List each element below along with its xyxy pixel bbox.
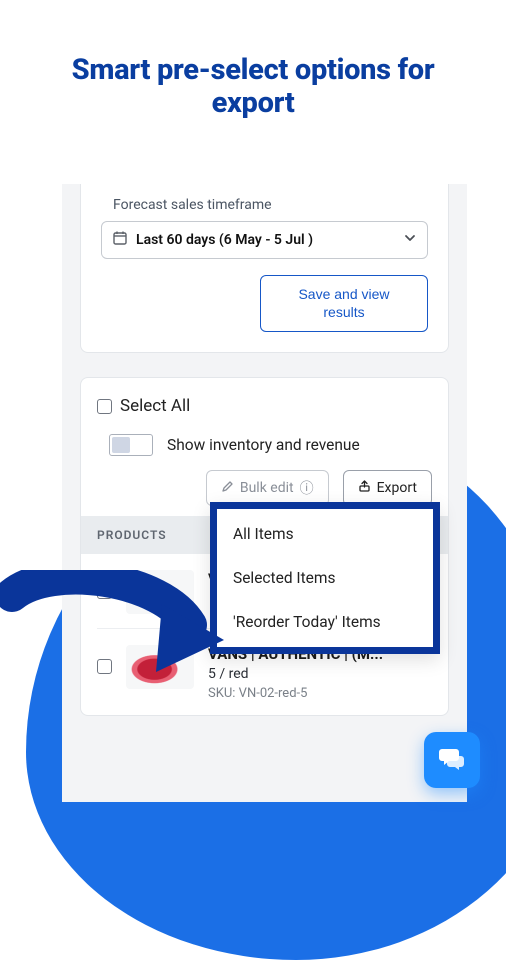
- save-view-results-button[interactable]: Save and view results: [260, 275, 428, 332]
- chat-icon: [437, 743, 467, 777]
- timeframe-value: Last 60 days (6 May - 5 Jul ): [136, 232, 313, 248]
- inventory-toggle[interactable]: [109, 434, 153, 456]
- row-checkbox[interactable]: [97, 584, 112, 599]
- select-all-checkbox[interactable]: [97, 399, 112, 414]
- chat-fab[interactable]: [424, 732, 480, 788]
- bulk-action-row: Bulk edit ⓘ Export: [97, 470, 432, 506]
- timeframe-select[interactable]: Last 60 days (6 May - 5 Jul ): [101, 221, 428, 259]
- dropdown-item-all[interactable]: All Items: [217, 509, 433, 559]
- select-all-row[interactable]: Select All: [97, 396, 432, 416]
- select-all-label: Select All: [120, 396, 190, 416]
- calendar-icon: [112, 230, 128, 250]
- bulk-edit-label: Bulk edit: [240, 480, 294, 496]
- dropdown-item-reorder[interactable]: 'Reorder Today' Items: [217, 597, 433, 647]
- export-icon: [358, 480, 371, 497]
- bulk-edit-button[interactable]: Bulk edit ⓘ: [206, 470, 329, 506]
- chevron-down-icon: [403, 231, 417, 249]
- forecast-card: Forecast sales timeframe Last 60 days (6…: [80, 184, 449, 353]
- dropdown-item-selected[interactable]: Selected Items: [217, 559, 433, 597]
- product-sku: SKU: VN-02-red-5: [208, 686, 432, 701]
- export-button[interactable]: Export: [343, 470, 432, 506]
- info-icon: ⓘ: [300, 478, 314, 498]
- export-dropdown: All Items Selected Items 'Reorder Today'…: [210, 502, 440, 654]
- product-thumbnail: [126, 645, 194, 689]
- inventory-toggle-label: Show inventory and revenue: [167, 436, 360, 454]
- product-thumbnail: [126, 570, 194, 614]
- export-label: Export: [377, 480, 417, 496]
- page-headline: Smart pre-select options for export: [0, 0, 506, 121]
- pencil-icon: [221, 480, 234, 497]
- product-variant: 5 / red: [208, 666, 432, 682]
- inventory-toggle-row: Show inventory and revenue: [109, 434, 432, 456]
- app-screenshot: Forecast sales timeframe Last 60 days (6…: [62, 184, 467, 802]
- row-checkbox[interactable]: [97, 659, 112, 674]
- timeframe-label: Forecast sales timeframe: [113, 197, 428, 213]
